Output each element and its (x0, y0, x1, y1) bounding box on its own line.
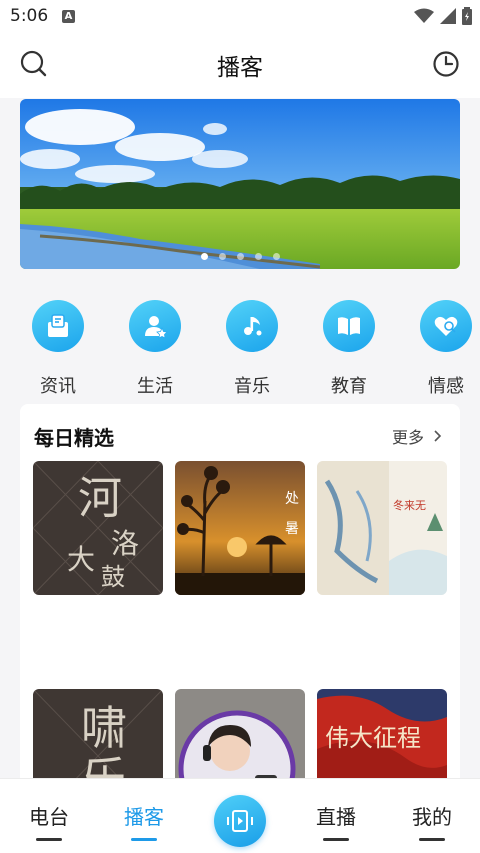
cover-char: 冬来无 (393, 498, 426, 512)
category-row: 资讯 生活 音乐 教育 情感 (0, 300, 480, 400)
music-icon (226, 300, 278, 352)
cover-char: 河 (78, 473, 122, 524)
cover-winter: 冬来无 (317, 461, 447, 595)
news-icon (32, 300, 84, 352)
page-title: 播客 (217, 55, 263, 81)
header: 播客 (0, 32, 480, 98)
category-label: 教育 (331, 376, 367, 397)
status-time: 5:06 (10, 6, 49, 26)
section-title: 每日精选 (34, 426, 114, 450)
podcast-card[interactable]: 河 洛 大 鼓 (33, 461, 163, 595)
tab-label: 播客 (124, 805, 164, 829)
status-bar: 5:06 A (0, 0, 480, 32)
center-broadcast-button[interactable] (214, 795, 266, 847)
clock-icon (433, 51, 459, 77)
signal-icon (440, 8, 456, 24)
tab-label: 我的 (412, 805, 452, 829)
more-label: 更多 (391, 428, 424, 447)
wifi-icon (414, 8, 434, 23)
life-icon (129, 300, 181, 352)
cover-char: 伟大征程 (325, 724, 421, 752)
battery-icon (462, 7, 472, 25)
status-icons (414, 7, 472, 25)
carousel-dot[interactable] (236, 253, 244, 260)
tab-label: 电台 (29, 805, 69, 829)
category-label: 生活 (137, 376, 173, 397)
cover-char: 鼓 (101, 563, 125, 591)
cover-char: 处 (285, 491, 299, 507)
podcast-card[interactable]: 冬来无 (317, 461, 447, 595)
chevron-right-icon (434, 430, 442, 442)
tab-indicator (323, 838, 349, 841)
category-life[interactable]: 生活 (110, 300, 200, 398)
history-button[interactable] (431, 49, 461, 79)
book-icon (323, 300, 375, 352)
cover-chushu: 处 暑 (175, 461, 305, 595)
cover-heluo: 河 洛 大 鼓 (33, 461, 163, 595)
carousel-dot[interactable] (200, 253, 208, 260)
notification-icon: A (62, 10, 75, 23)
category-emotion[interactable]: 情感 (401, 300, 480, 398)
tab-radio[interactable]: 电台 (14, 801, 84, 841)
more-button[interactable]: 更多 (392, 424, 442, 448)
cover-char: 大 (67, 543, 95, 576)
tab-podcast[interactable]: 播客 (109, 801, 179, 841)
cover-char: 暑 (285, 521, 299, 537)
category-label: 资讯 (40, 376, 76, 397)
carousel-dot[interactable] (218, 253, 226, 260)
carousel-dot[interactable] (272, 253, 280, 260)
tab-label: 直播 (316, 805, 356, 829)
banner-carousel[interactable] (20, 99, 460, 269)
cover-char: 啸 (81, 701, 127, 755)
category-music[interactable]: 音乐 (207, 300, 297, 398)
podcast-card[interactable]: 处 暑 (175, 461, 305, 595)
category-label: 情感 (428, 376, 464, 397)
tab-mine[interactable]: 我的 (397, 801, 467, 841)
carousel-dot[interactable] (254, 253, 262, 260)
tab-indicator (419, 838, 445, 841)
tab-indicator (36, 838, 62, 841)
broadcast-icon (227, 810, 253, 832)
tab-indicator (131, 838, 157, 841)
carousel-dots (20, 253, 460, 260)
cover-char: 洛 (111, 527, 139, 560)
category-education[interactable]: 教育 (304, 300, 394, 398)
heart-icon (420, 300, 472, 352)
bottom-tab-bar: 电台 播客 直播 我的 (0, 778, 480, 853)
category-label: 音乐 (234, 376, 270, 397)
tab-live[interactable]: 直播 (301, 801, 371, 841)
banner-image (20, 99, 460, 269)
category-news[interactable]: 资讯 (13, 300, 103, 398)
